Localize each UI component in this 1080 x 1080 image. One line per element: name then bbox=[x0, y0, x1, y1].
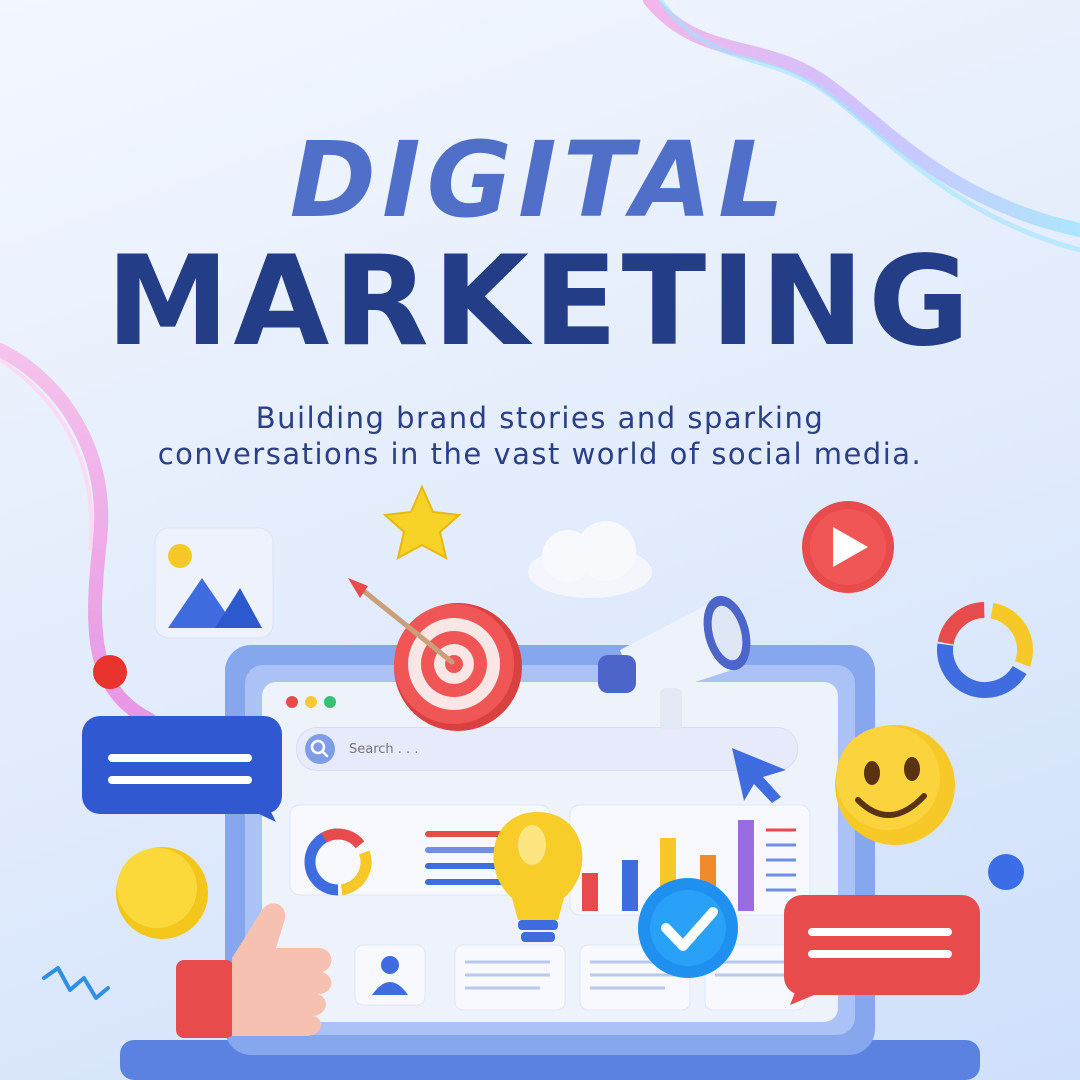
ring-chart-icon bbox=[937, 602, 1033, 699]
chat-bubble-red-icon bbox=[784, 895, 980, 1005]
star-icon bbox=[382, 484, 462, 560]
megaphone-icon bbox=[598, 595, 751, 730]
check-badge-icon bbox=[638, 878, 738, 978]
play-icon bbox=[802, 501, 894, 593]
squiggle-decoration bbox=[42, 966, 110, 1000]
coin-icon bbox=[116, 847, 208, 939]
floating-icons bbox=[42, 484, 1033, 1038]
chat-bubble-blue-icon bbox=[82, 716, 282, 822]
image-icon bbox=[154, 527, 274, 639]
thumbs-up-icon bbox=[176, 903, 332, 1038]
lightbulb-icon bbox=[493, 812, 583, 942]
cursor-icon bbox=[732, 748, 786, 803]
smiley-icon bbox=[835, 725, 955, 845]
target-icon bbox=[348, 578, 522, 731]
cloud-icon bbox=[528, 521, 652, 598]
blue-ball-icon bbox=[988, 854, 1024, 890]
red-ball-icon bbox=[93, 655, 127, 689]
